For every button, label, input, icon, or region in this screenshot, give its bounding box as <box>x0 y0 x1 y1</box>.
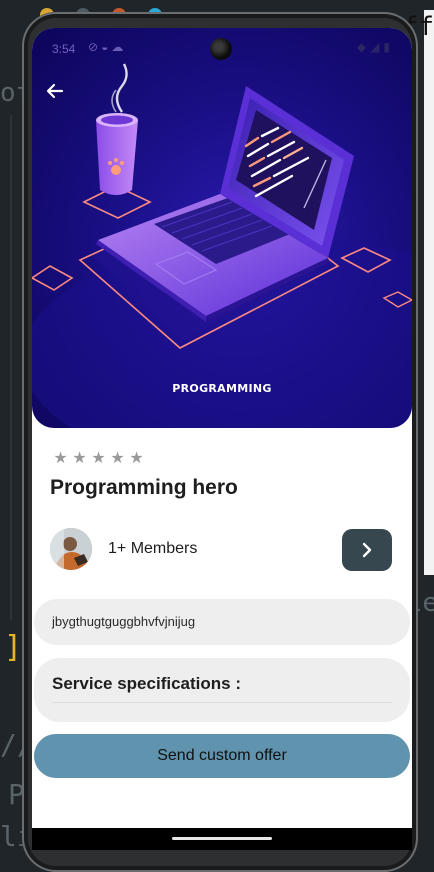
status-system-icons: ◆◢▮ <box>357 40 394 54</box>
rating-stars[interactable]: ★ ★ ★ ★ ★ <box>52 450 145 467</box>
star-icon[interactable]: ★ <box>52 450 69 467</box>
programming-illustration <box>32 63 412 428</box>
members-count: 1+ Members <box>108 540 198 557</box>
home-gesture-handle[interactable] <box>172 837 272 840</box>
front-camera <box>210 38 232 60</box>
do-not-disturb-icon: ⊘ <box>88 40 102 54</box>
app-screen: PROGRAMMING 3:54 ⊘◒☁ ◆◢▮ ★ ★ ★ ★ ★ Progr… <box>32 28 412 850</box>
page-title: Programming hero <box>50 476 238 499</box>
data-saver-icon: ◒ <box>101 40 112 54</box>
status-time: 3:54 <box>52 42 76 56</box>
members-next-button[interactable] <box>342 529 392 571</box>
chevron-right-icon <box>362 542 372 558</box>
battery-icon: ▮ <box>383 40 394 54</box>
members-row: 1+ Members <box>50 526 394 576</box>
ide-gutter-line <box>10 115 12 620</box>
avatar[interactable] <box>50 528 92 570</box>
status-notification-icons: ⊘◒☁ <box>88 40 126 54</box>
wifi-icon: ◆ <box>356 40 371 54</box>
description-field[interactable]: jbygthugtguggbhvfvjnijug <box>34 599 410 645</box>
star-icon[interactable]: ★ <box>109 450 126 467</box>
back-button[interactable] <box>46 82 74 110</box>
arrow-left-icon <box>46 83 64 99</box>
star-icon[interactable]: ★ <box>71 450 88 467</box>
signal-icon: ◢ <box>370 40 384 54</box>
hero-banner: PROGRAMMING <box>32 28 412 428</box>
star-icon[interactable]: ★ <box>128 450 145 467</box>
spec-field-underline <box>52 702 392 703</box>
avatar-photo <box>50 528 92 570</box>
description-value[interactable]: jbygthugtguggbhvfvjnijug <box>52 614 195 629</box>
ide-side-panel <box>424 10 434 575</box>
service-spec-field[interactable]: Service specifications : <box>34 658 410 722</box>
ide-code-fragment: ] <box>4 630 23 665</box>
service-spec-label: Service specifications : <box>52 674 241 693</box>
star-icon[interactable]: ★ <box>90 450 107 467</box>
send-custom-offer-button[interactable]: Send custom offer <box>34 734 410 778</box>
hero-caption: PROGRAMMING <box>172 382 272 395</box>
system-nav-bar <box>32 828 412 850</box>
cloud-icon: ☁ <box>111 40 127 54</box>
